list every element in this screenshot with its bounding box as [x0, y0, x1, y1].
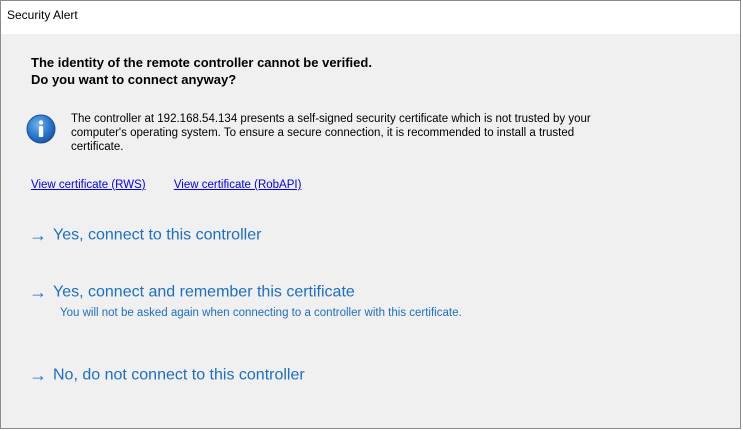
heading-line-1: The identity of the remote controller ca… [31, 55, 372, 70]
connect-option-label: Yes, connect to this controller [53, 226, 262, 244]
heading-line-2: Do you want to connect anyway? [31, 72, 237, 87]
certificate-links: View certificate (RWS) View certificate … [31, 179, 326, 191]
message-line-2: computer's operating system. To ensure a… [71, 127, 575, 139]
view-certificate-robapi-link[interactable]: View certificate (RobAPI) [174, 179, 302, 191]
connect-remember-option[interactable]: → Yes, connect and remember this certific… [29, 282, 462, 319]
connect-remember-option-description: You will not be asked again when connect… [60, 307, 462, 319]
view-certificate-rws-link[interactable]: View certificate (RWS) [31, 179, 146, 191]
arrow-right-icon: → [29, 225, 47, 245]
connect-option[interactable]: → Yes, connect to this controller [29, 225, 261, 246]
arrow-right-icon: → [29, 365, 47, 385]
dialog-heading: The identity of the remote controller ca… [31, 54, 372, 88]
certificate-message: The controller at 192.168.54.134 present… [71, 112, 701, 154]
arrow-right-icon: → [29, 282, 47, 302]
dialog-content: The identity of the remote controller ca… [1, 34, 740, 428]
connect-remember-option-label: Yes, connect and remember this certifica… [53, 283, 355, 301]
message-line-1: The controller at 192.168.54.134 present… [71, 113, 591, 125]
do-not-connect-option-label: No, do not connect to this controller [53, 366, 305, 384]
security-alert-dialog: Security Alert The identity of the remot… [0, 0, 741, 429]
window-title: Security Alert [7, 8, 78, 22]
message-line-3: certificate. [71, 141, 124, 153]
do-not-connect-option[interactable]: → No, do not connect to this controller [29, 365, 305, 386]
title-bar[interactable]: Security Alert [1, 1, 740, 35]
info-icon [26, 114, 56, 144]
